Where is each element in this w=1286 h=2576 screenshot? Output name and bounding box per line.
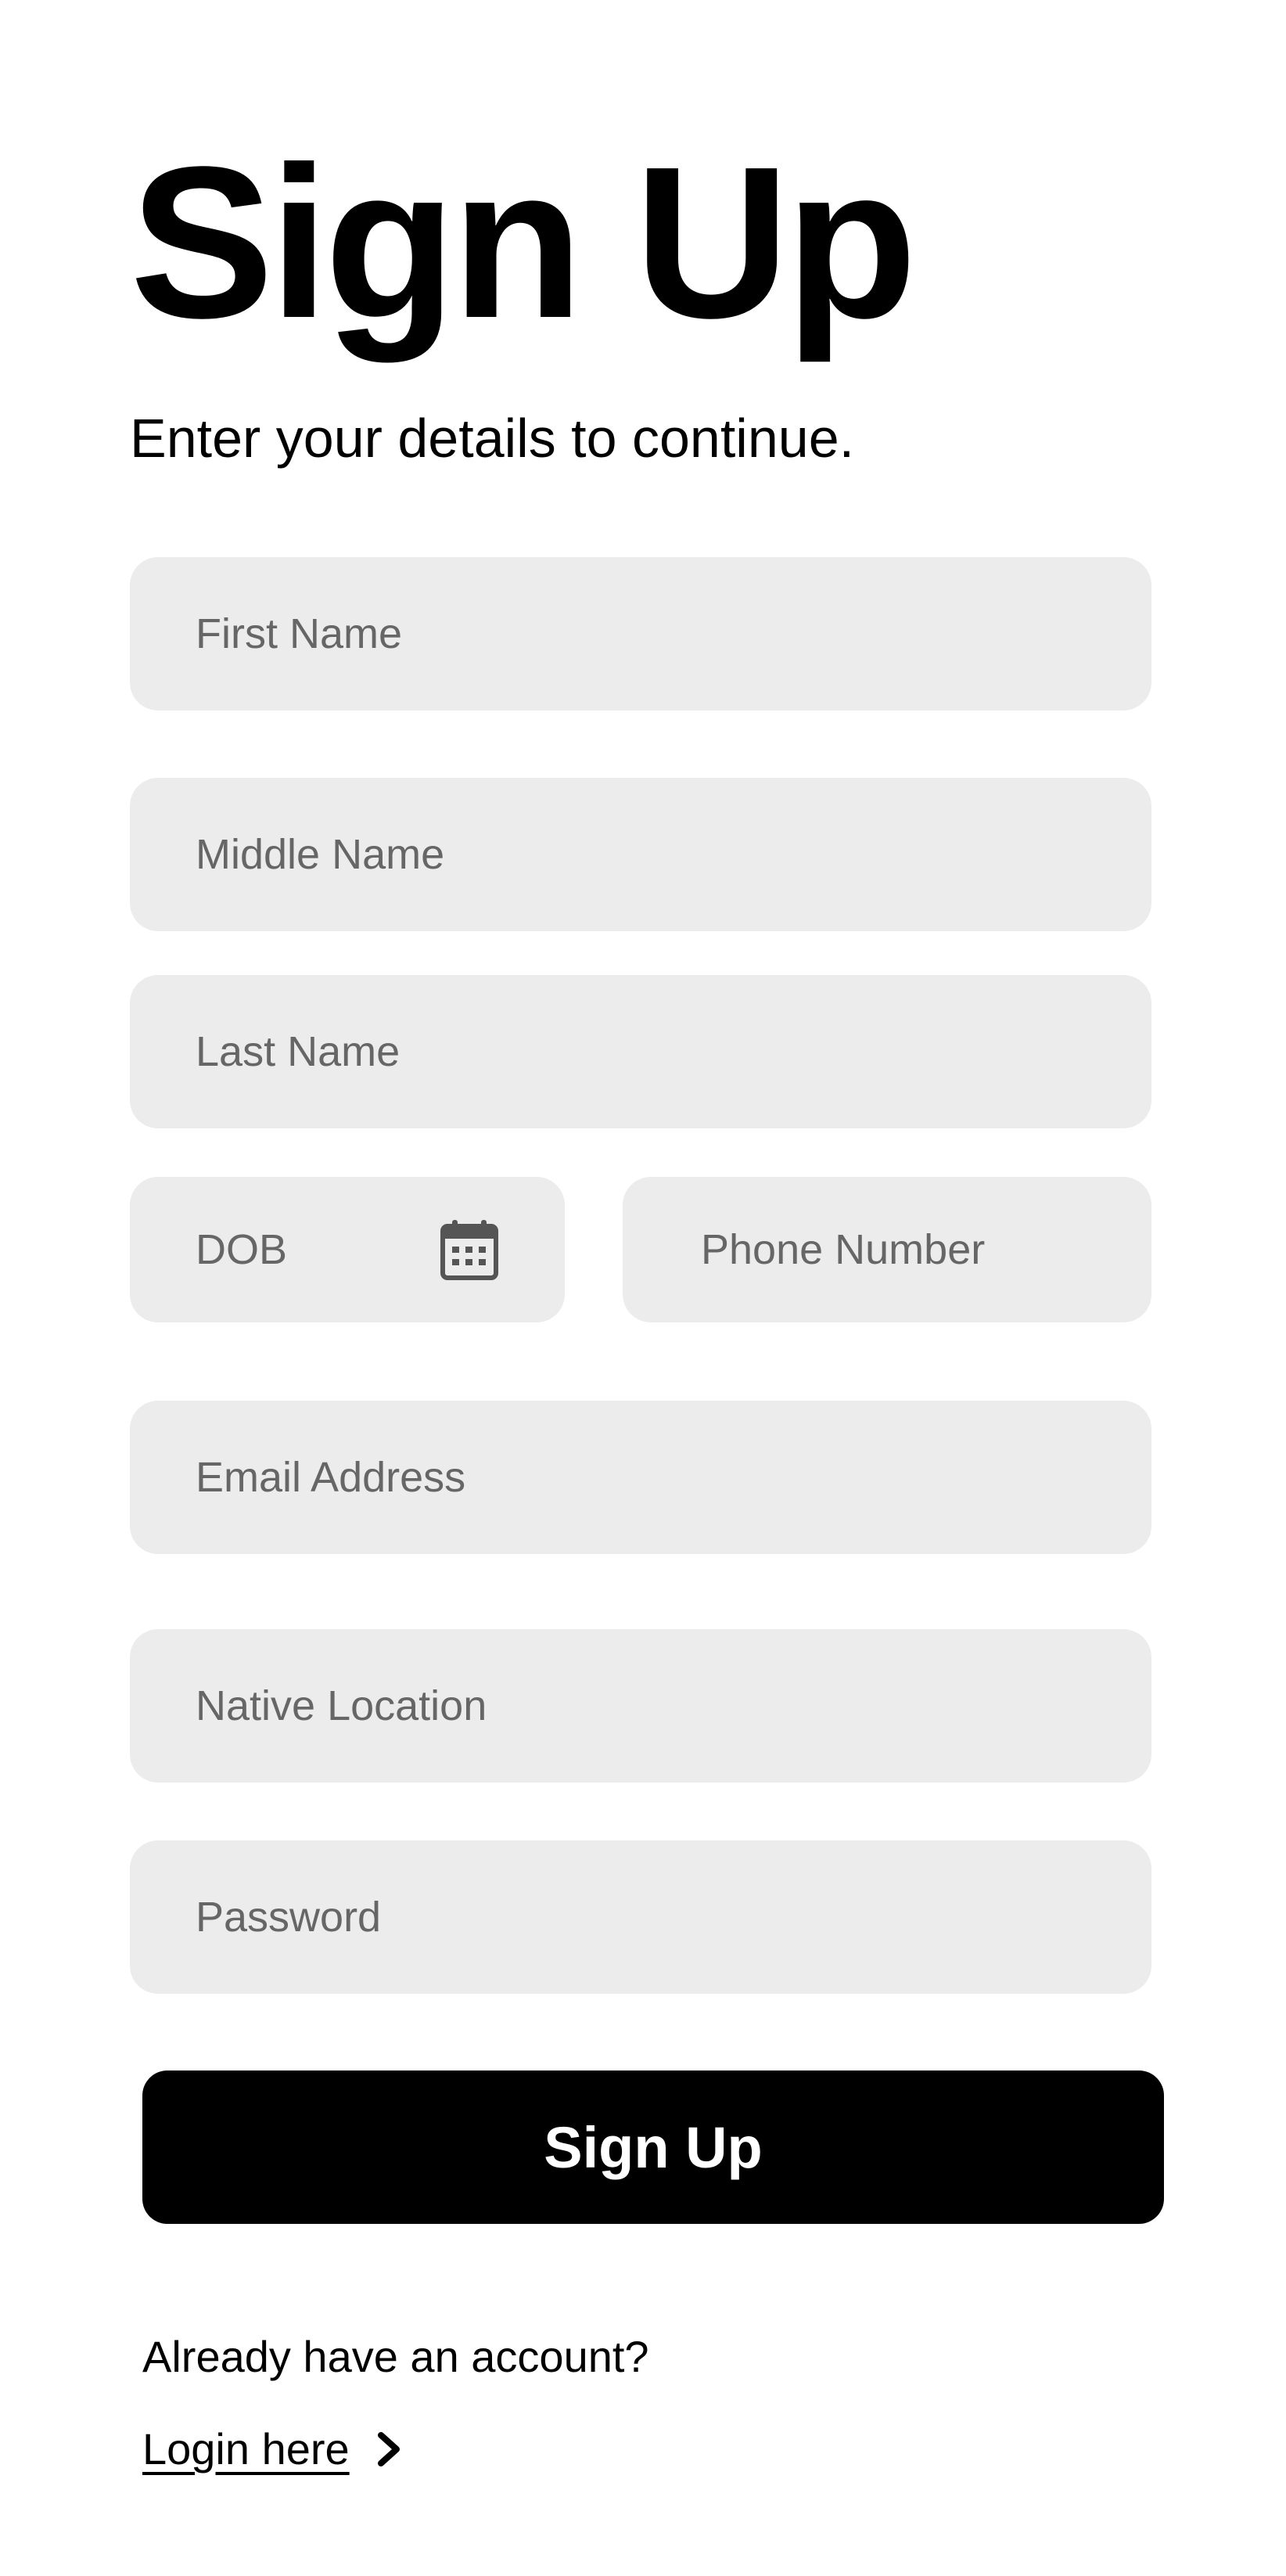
dob-field-container <box>130 1177 565 1322</box>
native-location-input[interactable] <box>130 1629 1151 1783</box>
login-link-label: Login here <box>142 2424 350 2473</box>
page-subtitle: Enter your details to continue. <box>130 408 855 469</box>
first-name-input[interactable] <box>130 557 1151 711</box>
password-input[interactable] <box>130 1840 1151 1994</box>
page-title: Sign Up <box>130 122 918 363</box>
native-location-field-container <box>130 1629 1151 1783</box>
chevron-right-icon <box>377 2432 400 2466</box>
first-name-field-container <box>130 557 1151 711</box>
password-field-container <box>130 1840 1151 1994</box>
dob-input[interactable] <box>130 1177 565 1322</box>
last-name-field-container <box>130 975 1151 1128</box>
middle-name-field-container <box>130 778 1151 931</box>
login-link[interactable]: Login here <box>142 2418 404 2481</box>
last-name-input[interactable] <box>130 975 1151 1128</box>
calendar-icon[interactable] <box>440 1218 499 1281</box>
email-field-container <box>130 1401 1151 1554</box>
email-input[interactable] <box>130 1401 1151 1554</box>
middle-name-input[interactable] <box>130 778 1151 931</box>
phone-field-container <box>623 1177 1151 1322</box>
account-prompt: Already have an account? <box>142 2332 649 2381</box>
phone-number-input[interactable] <box>623 1177 1151 1322</box>
sign-up-button[interactable]: Sign Up <box>142 2071 1164 2224</box>
